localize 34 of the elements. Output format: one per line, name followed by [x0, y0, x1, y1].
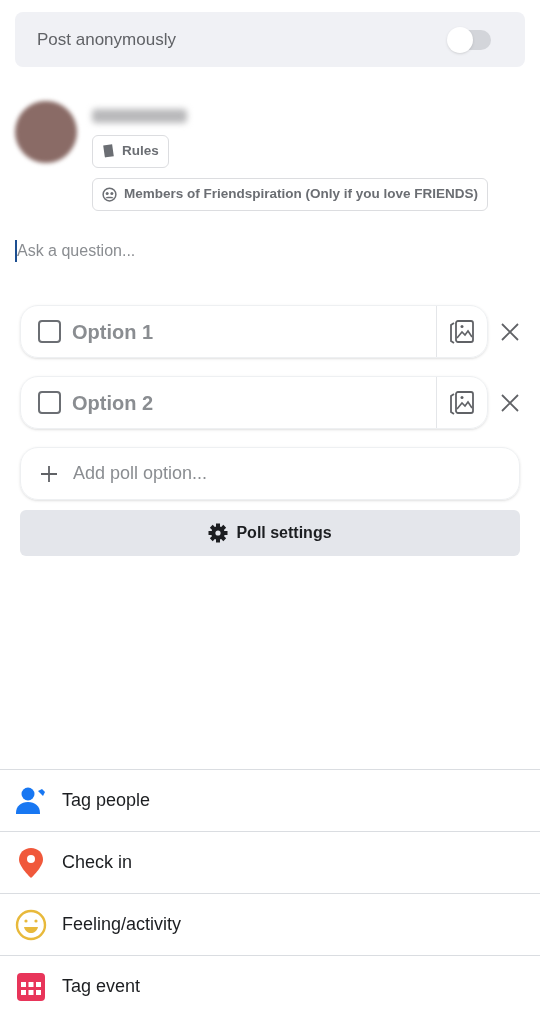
question-field[interactable]: Ask a question... — [17, 239, 497, 263]
add-photo-icon[interactable] — [449, 318, 475, 345]
plus-icon — [40, 464, 58, 483]
location-pin-icon — [18, 846, 44, 879]
option-card[interactable]: Option 2 — [20, 376, 488, 429]
option-card[interactable]: Option 1 — [20, 305, 488, 358]
close-icon[interactable] — [500, 321, 520, 342]
add-photo-icon[interactable] — [449, 389, 475, 416]
action-row[interactable]: Feeling/activity — [0, 893, 540, 955]
anonymous-label: Post anonymously — [37, 28, 176, 51]
add-option-field[interactable]: Add poll option... — [73, 460, 519, 487]
group-chip[interactable]: Members of Friendspiration (Only if you love FRIENDS) — [92, 178, 489, 211]
settings-icon — [208, 523, 229, 543]
smiley-icon — [15, 908, 47, 941]
action-row[interactable]: Check in — [0, 831, 540, 893]
action-label: Feeling/activity — [62, 913, 182, 936]
option-checkbox[interactable] — [38, 320, 61, 343]
action-label: Check in — [62, 851, 133, 874]
poll-settings-button[interactable]: Poll settings — [20, 510, 520, 556]
avatar — [15, 101, 77, 163]
group-icon — [102, 187, 117, 202]
action-row[interactable]: Tag event — [0, 955, 540, 1017]
book-icon — [102, 144, 115, 159]
rules-chip[interactable]: Rules — [92, 135, 169, 168]
action-row[interactable]: Tag people — [0, 769, 540, 831]
action-label: Tag event — [62, 975, 141, 998]
close-icon[interactable] — [500, 392, 520, 413]
person-tag-icon — [15, 785, 47, 816]
add-option-card[interactable]: Add poll option... — [20, 447, 520, 500]
calendar-icon — [16, 971, 46, 1002]
option-checkbox[interactable] — [38, 391, 61, 414]
action-label: Tag people — [62, 789, 151, 812]
option-field[interactable]: Option 2 — [72, 387, 436, 418]
option-field[interactable]: Option 1 — [72, 316, 436, 347]
